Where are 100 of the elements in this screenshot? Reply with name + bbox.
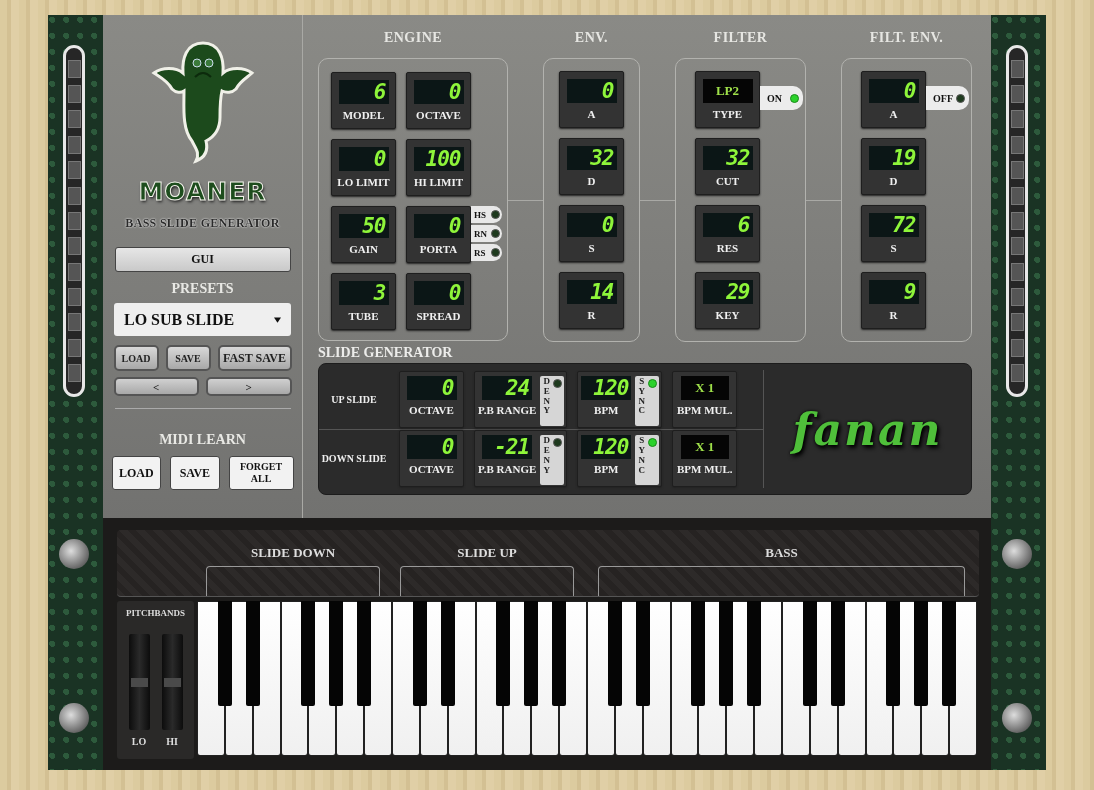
parameter-label: BPM [594, 403, 619, 416]
screw-icon [59, 703, 89, 733]
digit-display[interactable]: 120 [581, 375, 632, 400]
pitchbands-label: PITCHBANDS [126, 608, 185, 618]
digit-display[interactable]: 50 [338, 214, 389, 238]
toggle-switch[interactable]: RN [471, 225, 502, 242]
value-display[interactable]: X 1 [680, 435, 729, 460]
digit-display[interactable]: 0 [566, 79, 617, 103]
zone-label: SLIDE UP [457, 545, 517, 561]
digit-display[interactable]: 100 [413, 147, 464, 171]
parameter-label: BPM [594, 463, 619, 476]
section-title: SLIDE GENERATOR [318, 345, 454, 362]
value-display[interactable]: X 1 [680, 375, 729, 400]
parameter-label: KEY [715, 309, 740, 321]
digit-display[interactable]: 14 [566, 280, 617, 304]
digit-display[interactable]: 0 [566, 213, 617, 237]
digit-display[interactable]: 6 [338, 80, 389, 104]
caret-icon [274, 316, 281, 323]
digit-display[interactable]: 0 [413, 80, 464, 104]
rack-slot [1010, 211, 1024, 230]
digit-display[interactable]: 9 [868, 280, 919, 304]
pitch-wheel[interactable] [161, 634, 183, 730]
pitch-wheel[interactable] [128, 634, 150, 730]
screw-icon [1002, 539, 1032, 569]
preset-nav-button[interactable]: > [206, 377, 292, 396]
midi-learn-button[interactable]: FORGET ALL [228, 456, 294, 490]
digit-display[interactable]: 0 [868, 79, 919, 103]
toggle-switch[interactable]: SYNC [635, 375, 660, 426]
toggle-switch[interactable]: SYNC [635, 435, 660, 486]
toggle-switch[interactable]: HS [471, 206, 502, 223]
rack-slot [1010, 338, 1024, 357]
rack-slot [67, 110, 81, 129]
digit-display[interactable]: -21 [482, 435, 533, 460]
toggle-switch[interactable]: OFF [926, 86, 969, 110]
parameter-label: TYPE [712, 108, 743, 120]
parameter-label: OCTAVE [409, 463, 454, 476]
toggle-switch[interactable]: ON [760, 86, 803, 110]
parameter-label: MODEL [342, 109, 385, 121]
wheel-label: LO [131, 736, 147, 747]
digit-display[interactable]: 19 [868, 146, 919, 170]
section-title: PRESETS [171, 281, 234, 297]
parameter-label: LO LIMIT [337, 176, 390, 188]
digit-display[interactable]: 0 [406, 435, 457, 460]
parameter-label: P.B RANGE [478, 403, 537, 416]
parameter-label: R [587, 309, 596, 321]
parameter-label: GAIN [349, 243, 378, 255]
preset-nav-button[interactable]: < [113, 377, 199, 396]
preset-dropdown[interactable]: LO SUB SLIDE [114, 303, 291, 336]
rack-slot [67, 59, 81, 78]
parameter-label: R [889, 309, 898, 321]
row-label: UP SLIDE [330, 393, 378, 405]
toggle-switch[interactable]: RS [471, 244, 502, 261]
rack-slot [67, 364, 81, 383]
digit-display[interactable]: 29 [702, 280, 753, 304]
rack-slot [1010, 85, 1024, 104]
midi-learn-button[interactable]: LOAD [111, 456, 162, 490]
brand-logo: fanan [792, 403, 943, 455]
section-title: FILTER [713, 30, 768, 47]
rack-slot [1010, 288, 1024, 307]
piano-keyboard-drawing[interactable] [197, 601, 977, 756]
digit-display[interactable]: 120 [581, 435, 632, 460]
digit-display[interactable]: 0 [413, 281, 464, 305]
toggle-switch[interactable]: DENY [540, 375, 565, 426]
parameter-label: HI LIMIT [413, 176, 464, 188]
rack-slot [67, 85, 81, 104]
midi-learn-button[interactable]: SAVE [170, 456, 220, 490]
section-title: ENGINE [383, 30, 443, 47]
rack-slot [1010, 59, 1024, 78]
parameter-label: D [587, 175, 596, 187]
gui-button[interactable]: GUI [114, 247, 291, 272]
parameter-label: CUT [715, 175, 740, 187]
rack-slot [67, 186, 81, 205]
digit-display[interactable]: 0 [413, 214, 464, 238]
parameter-label: TUBE [348, 310, 379, 322]
parameter-label: RES [716, 242, 739, 254]
rack-slot [1010, 186, 1024, 205]
rack-slot [1010, 135, 1024, 154]
section-title: FILT. ENV. [869, 30, 944, 47]
digit-display[interactable]: 32 [702, 146, 753, 170]
digit-display[interactable]: 3 [338, 281, 389, 305]
preset-button[interactable]: LOAD [113, 345, 159, 371]
parameter-label: D [889, 175, 898, 187]
rack-slot [67, 237, 81, 256]
preset-button[interactable]: FAST SAVE [217, 345, 292, 371]
value-display[interactable]: LP2 [702, 79, 753, 103]
parameter-label: BPM MUL. [676, 403, 733, 416]
digit-display[interactable]: 0 [406, 375, 457, 400]
digit-display[interactable]: 6 [702, 213, 753, 237]
toggle-switch[interactable]: DENY [540, 435, 565, 486]
digit-display[interactable]: 32 [566, 146, 617, 170]
digit-display[interactable]: 24 [482, 375, 533, 400]
zone-label: BASS [765, 545, 798, 561]
wheel-label: HI [166, 736, 178, 747]
rack-slot [1010, 110, 1024, 129]
rack-slot [1010, 262, 1024, 281]
parameter-label: S [588, 242, 595, 254]
preset-button[interactable]: SAVE [165, 345, 211, 371]
logo-subtitle: BASS SLIDE GENERATOR [125, 216, 280, 231]
digit-display[interactable]: 72 [868, 213, 919, 237]
digit-display[interactable]: 0 [338, 147, 389, 171]
